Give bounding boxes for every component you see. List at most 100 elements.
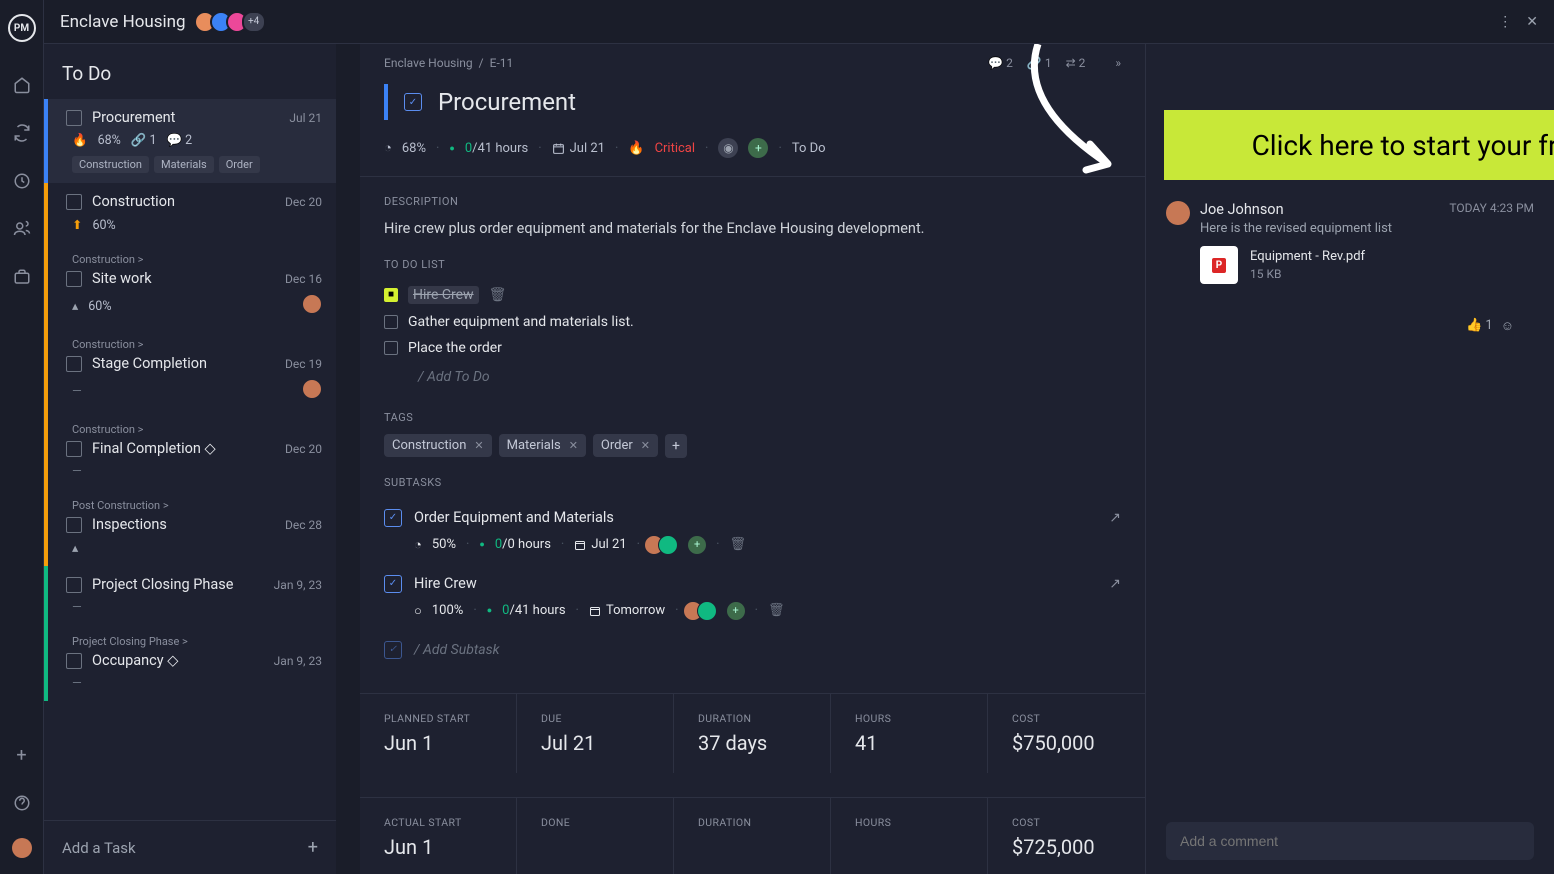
member-avatars[interactable]: +4 bbox=[200, 11, 266, 33]
delete-icon[interactable]: 🗑 bbox=[729, 537, 746, 552]
stat-label: HOURS bbox=[855, 816, 963, 829]
hours-text: 0/41 hours bbox=[465, 141, 528, 156]
todo-item[interactable]: Place the order bbox=[384, 335, 1121, 361]
open-subtask-icon[interactable]: ↗ bbox=[1109, 510, 1121, 526]
todo-checkbox[interactable] bbox=[384, 315, 398, 329]
close-icon[interactable]: ✕ bbox=[1526, 14, 1538, 30]
accent-bar bbox=[384, 84, 388, 120]
remove-tag-icon[interactable]: ✕ bbox=[569, 439, 578, 452]
task-item[interactable]: Construction > Site work Dec 16 ▴60% bbox=[44, 243, 336, 328]
more-icon[interactable]: ⋮ bbox=[1498, 14, 1512, 30]
add-assignee-button[interactable]: + bbox=[748, 138, 768, 158]
task-date: Jan 9, 23 bbox=[274, 654, 322, 668]
subtask-item[interactable]: ✓ Hire Crew ↗ ○ 100% · ● 0/41 hours · To… bbox=[384, 565, 1121, 631]
stat-cell: ACTUAL STARTJun 1 bbox=[360, 798, 517, 874]
todo-item[interactable]: ■ Hire Crew 🗑 bbox=[384, 281, 1121, 309]
due-date[interactable]: Jul 21 bbox=[574, 537, 626, 552]
task-date: Dec 19 bbox=[285, 357, 322, 371]
delete-icon[interactable]: 🗑 bbox=[768, 603, 785, 618]
emoji-react-button[interactable]: ☺ bbox=[1501, 318, 1514, 334]
plus-icon: + bbox=[308, 837, 318, 858]
delete-icon[interactable]: 🗑 bbox=[489, 287, 507, 303]
stat-cell: COST$750,000 bbox=[988, 694, 1145, 773]
add-assignee-button[interactable]: + bbox=[688, 536, 706, 554]
home-icon[interactable] bbox=[9, 72, 35, 98]
task-checkbox[interactable] bbox=[66, 517, 82, 533]
expand-icon[interactable]: » bbox=[1115, 56, 1121, 70]
add-assignee-button[interactable]: + bbox=[727, 602, 745, 620]
open-subtask-icon[interactable]: ↗ bbox=[1109, 576, 1121, 592]
task-item[interactable]: Construction Dec 20 ⬆60% bbox=[44, 183, 336, 243]
task-item[interactable]: Project Closing Phase Jan 9, 23 — bbox=[44, 566, 336, 625]
subtask-item[interactable]: ✓ Order Equipment and Materials ↗ ◔ 50% … bbox=[384, 499, 1121, 565]
subtasks-count[interactable]: ⇄ 2 bbox=[1066, 56, 1086, 70]
user-avatar[interactable] bbox=[12, 838, 32, 858]
todo-label: TO DO LIST bbox=[384, 258, 1121, 271]
task-item[interactable]: Procurement Jul 21 🔥68%🔗 1💬 2 Constructi… bbox=[44, 99, 336, 183]
todo-text: Hire Crew bbox=[408, 286, 479, 304]
plus-icon[interactable]: + bbox=[9, 742, 35, 768]
task-type-icon: ✓ bbox=[384, 509, 402, 527]
avatar-more[interactable]: +4 bbox=[242, 11, 266, 33]
attachment[interactable]: P Equipment - Rev.pdf 15 KB bbox=[1200, 246, 1534, 284]
todo-text: Place the order bbox=[408, 340, 502, 356]
stat-label: DURATION bbox=[698, 816, 806, 829]
task-date: Dec 20 bbox=[285, 195, 322, 209]
attachment-name: Equipment - Rev.pdf bbox=[1250, 249, 1365, 264]
task-checkbox[interactable] bbox=[66, 110, 82, 126]
task-item[interactable]: Post Construction > Inspections Dec 28 ▴ bbox=[44, 489, 336, 566]
cta-banner[interactable]: Click here to start your free trial bbox=[1164, 110, 1554, 180]
tag[interactable]: Order✕ bbox=[593, 434, 658, 457]
remove-tag-icon[interactable]: ✕ bbox=[641, 439, 650, 452]
todo-checkbox[interactable] bbox=[384, 341, 398, 355]
due-date[interactable]: Tomorrow bbox=[589, 603, 665, 618]
tag[interactable]: Construction✕ bbox=[384, 434, 492, 457]
stat-value: Jun 1 bbox=[384, 731, 492, 755]
refresh-icon[interactable] bbox=[9, 120, 35, 146]
planned-stats: PLANNED STARTJun 1DUEJul 21DURATION37 da… bbox=[360, 693, 1145, 773]
add-tag-button[interactable]: + bbox=[665, 434, 687, 458]
task-checkbox[interactable] bbox=[66, 653, 82, 669]
todo-item[interactable]: Gather equipment and materials list. bbox=[384, 309, 1121, 335]
task-checkbox[interactable] bbox=[66, 271, 82, 287]
priority-label[interactable]: Critical bbox=[655, 141, 695, 156]
reaction-thumbs[interactable]: 👍 1 bbox=[1466, 318, 1493, 334]
app-header: Enclave Housing +4 ⋮ ✕ bbox=[44, 0, 1554, 44]
stat-label: PLANNED START bbox=[384, 712, 492, 725]
comment-input[interactable] bbox=[1166, 822, 1534, 860]
help-icon[interactable] bbox=[9, 790, 35, 816]
remove-tag-icon[interactable]: ✕ bbox=[474, 439, 483, 452]
attachments-count[interactable]: 🔗 1 bbox=[1027, 56, 1052, 70]
progress-icon: ◔ bbox=[384, 140, 392, 156]
add-todo-input[interactable]: / Add To Do bbox=[418, 361, 1121, 393]
briefcase-icon[interactable] bbox=[9, 264, 35, 290]
add-subtask-input[interactable]: ✓ / Add Subtask bbox=[384, 631, 1121, 669]
clock-icon[interactable] bbox=[9, 168, 35, 194]
comments-count[interactable]: 💬 2 bbox=[988, 56, 1013, 70]
task-checkbox[interactable] bbox=[66, 577, 82, 593]
description-label: DESCRIPTION bbox=[384, 195, 1121, 208]
assignee-icon[interactable]: ◉ bbox=[718, 138, 738, 158]
task-name: Construction bbox=[92, 193, 275, 210]
users-icon[interactable] bbox=[9, 216, 35, 242]
description-text[interactable]: Hire crew plus order equipment and mater… bbox=[384, 218, 1121, 240]
add-task-button[interactable]: Add a Task + bbox=[44, 820, 336, 874]
todo-checkbox[interactable]: ■ bbox=[384, 288, 398, 302]
task-checkbox[interactable] bbox=[66, 194, 82, 210]
due-date[interactable]: Jul 21 bbox=[552, 141, 605, 156]
task-title[interactable]: Procurement bbox=[438, 88, 576, 116]
task-item[interactable]: Construction > Final Completion ◇ Dec 20… bbox=[44, 413, 336, 489]
app-logo[interactable]: PM bbox=[8, 14, 36, 42]
status-label[interactable]: To Do bbox=[792, 141, 826, 156]
tag[interactable]: Materials✕ bbox=[499, 434, 586, 457]
task-item[interactable]: Project Closing Phase > Occupancy ◇ Jan … bbox=[44, 625, 336, 701]
tags-label: TAGS bbox=[384, 411, 1121, 424]
comment: Joe Johnson Here is the revised equipmen… bbox=[1166, 201, 1534, 284]
attachment-size: 15 KB bbox=[1250, 267, 1365, 281]
task-checkbox[interactable] bbox=[66, 356, 82, 372]
task-item[interactable]: Construction > Stage Completion Dec 19 — bbox=[44, 328, 336, 413]
stat-value: Jul 21 bbox=[541, 731, 649, 755]
task-name: Inspections bbox=[92, 516, 275, 533]
comment-author: Joe Johnson bbox=[1200, 201, 1439, 218]
task-checkbox[interactable] bbox=[66, 441, 82, 457]
